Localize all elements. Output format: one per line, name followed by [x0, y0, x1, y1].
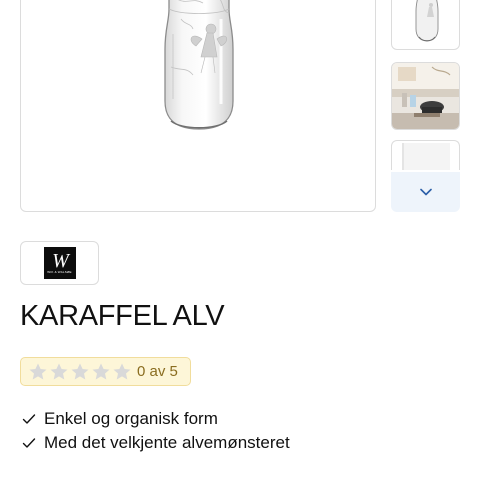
star-icon	[50, 363, 68, 379]
brand-logo-link[interactable]: W WIK & WALSØE	[20, 241, 99, 285]
thumbnail-scroll-down-button[interactable]	[391, 172, 460, 212]
feature-item: Med det velkjente alvemønsteret	[22, 431, 290, 455]
brand-logo: W WIK & WALSØE	[43, 247, 76, 279]
gallery-thumbnail-1[interactable]	[391, 0, 460, 50]
star-icon	[113, 363, 131, 379]
product-title: KARAFFEL ALV	[20, 300, 225, 332]
main-product-image[interactable]	[20, 0, 376, 212]
star-icon	[71, 363, 89, 379]
star-rating	[28, 362, 132, 382]
partial-thumbnail-image	[402, 143, 450, 170]
carafe-thumbnail-image	[415, 0, 439, 42]
check-icon	[22, 438, 36, 448]
feature-list: Enkel og organisk form Med det velkjente…	[22, 407, 290, 455]
chevron-down-icon	[419, 188, 432, 196]
brand-monogram: W	[52, 250, 69, 272]
feature-text: Med det velkjente alvemønsteret	[44, 433, 290, 452]
rating-text: 0 av 5	[137, 363, 178, 380]
rating-summary[interactable]: 0 av 5	[20, 357, 191, 386]
check-icon	[22, 414, 36, 424]
carafe-image	[164, 0, 234, 130]
star-icon	[92, 363, 110, 379]
brand-name: WIK & WALSØE	[47, 270, 72, 274]
star-icon	[29, 363, 47, 379]
interior-table-scene-image	[392, 63, 459, 129]
feature-item: Enkel og organisk form	[22, 407, 290, 431]
gallery-thumbnail-3[interactable]	[391, 140, 460, 170]
gallery-thumbnail-2[interactable]	[391, 62, 460, 130]
feature-text: Enkel og organisk form	[44, 409, 218, 428]
